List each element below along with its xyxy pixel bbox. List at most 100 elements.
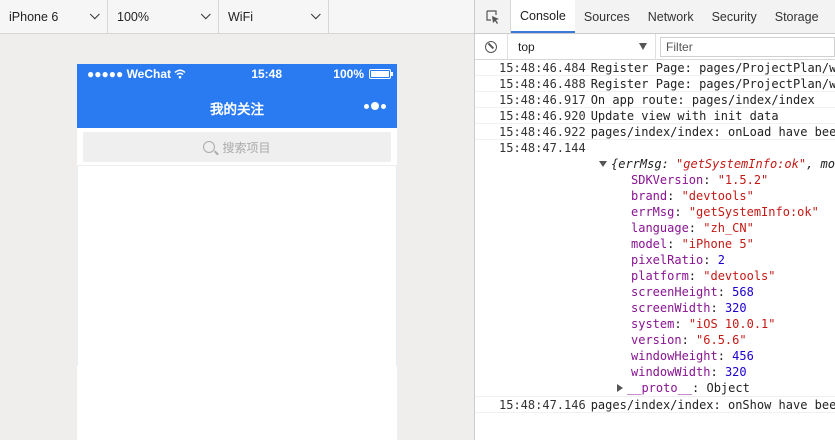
prop-key: system xyxy=(631,317,675,331)
prop-key: errMsg xyxy=(631,205,675,219)
console-log: 15:48:46.484 Register Page: pages/Project… xyxy=(475,60,835,413)
proto-value: Object xyxy=(706,381,750,395)
object-prop-row: windowHeight: 456 xyxy=(607,348,835,364)
prop-separator: : xyxy=(710,365,725,379)
search-input[interactable]: 搜索项目 xyxy=(83,132,391,162)
log-message: pages/index/index: onLoad have bee xyxy=(590,125,835,139)
chevron-down-icon xyxy=(310,9,321,20)
prop-separator: : xyxy=(703,173,718,187)
log-row: 15:48:46.488 Register Page: pages/Project… xyxy=(475,76,835,92)
tab-console[interactable]: Console xyxy=(511,0,575,33)
tab-storage[interactable]: Storage xyxy=(766,0,828,33)
prop-key: language xyxy=(631,221,689,235)
status-time: 15:48 xyxy=(251,67,283,81)
prop-key: screenHeight xyxy=(631,285,718,299)
prop-separator: : xyxy=(667,189,682,203)
object-tree: {errMsg: "getSystemInfo:ok", mod SDKVers… xyxy=(499,156,835,396)
prop-key: version xyxy=(631,333,682,347)
device-select[interactable]: iPhone 6 xyxy=(0,0,108,33)
prop-separator: : xyxy=(717,285,733,299)
prop-separator: : xyxy=(703,253,718,267)
log-timestamp: 15:48:46.484 xyxy=(499,61,586,75)
prop-value: 568 xyxy=(732,285,754,299)
log-timestamp: 15:48:47.144 xyxy=(499,141,586,155)
object-prop-row: windowWidth: 320 xyxy=(607,364,835,380)
object-summary[interactable]: {errMsg: "getSystemInfo:ok", mod xyxy=(599,156,835,172)
simulator-toolbar: iPhone 6 100% WiFi xyxy=(0,0,474,34)
caret-right-icon[interactable] xyxy=(617,384,623,392)
prop-key: pixelRatio xyxy=(631,253,704,267)
object-prop-row: system: "iOS 10.0.1" xyxy=(607,316,835,332)
page-title: 我的关注 xyxy=(210,102,264,117)
log-timestamp: 15:48:46.922 xyxy=(499,125,586,139)
status-bar: ●●●●● WeChat 15:48 100% xyxy=(77,64,397,84)
prop-value: 320 xyxy=(724,301,747,315)
simulator-area: ●●●●● WeChat 15:48 100% 我的关注 搜索项目 xyxy=(0,34,474,440)
log-message: Register Page: pages/ProjectPlan/w xyxy=(590,77,835,91)
prop-separator: : xyxy=(688,269,704,283)
log-row: 15:48:46.917 On app route: pages/index/in… xyxy=(475,92,835,108)
prop-value: "6.5.6" xyxy=(696,333,747,347)
object-prop-row: brand: "devtools" xyxy=(607,188,835,204)
prop-key: platform xyxy=(631,269,689,283)
prop-value: "1.5.2" xyxy=(717,173,769,187)
log-message: On app route: pages/index/index xyxy=(590,93,815,107)
battery-percent: 100% xyxy=(333,67,364,81)
prop-separator: : xyxy=(710,301,725,315)
object-prop-row: model: "iPhone 5" xyxy=(607,236,835,252)
proto-key: __proto__ xyxy=(627,381,693,395)
tab-security[interactable]: Security xyxy=(703,0,766,33)
dropdown-arrow-icon xyxy=(639,43,648,50)
object-summary-value: "getSystemInfo:ok" xyxy=(676,157,807,171)
network-select[interactable]: WiFi xyxy=(219,0,329,33)
zoom-select[interactable]: 100% xyxy=(108,0,219,33)
status-carrier-group: ●●●●● WeChat xyxy=(87,67,186,81)
prop-separator: : xyxy=(717,349,733,363)
log-row: 15:48:46.484 Register Page: pages/Project… xyxy=(475,60,835,76)
log-message: Register Page: pages/ProjectPlan/w xyxy=(590,61,835,75)
object-prop-row: screenHeight: 568 xyxy=(607,284,835,300)
devtools-panel: Console Sources Network Security Storage… xyxy=(474,0,835,440)
log-timestamp: 15:48:46.920 xyxy=(499,109,586,123)
filter-input[interactable] xyxy=(660,36,835,57)
prop-key: windowWidth xyxy=(631,365,711,379)
prop-value: "iPhone 5" xyxy=(681,237,754,251)
object-props: SDKVersion: "1.5.2" brand: "devtools" errM… xyxy=(607,172,835,380)
battery-icon xyxy=(369,69,393,79)
carrier-label: ●●●●● WeChat xyxy=(87,67,172,81)
object-summary-open: {errMsg: xyxy=(611,157,677,171)
log-row: 15:48:46.922 pages/index/index: onLoad ha… xyxy=(475,124,835,140)
log-message: pages/index/index: onShow have bee xyxy=(590,398,835,412)
caret-down-icon[interactable] xyxy=(599,161,607,167)
prop-value: "zh_CN" xyxy=(703,221,754,235)
proto-row[interactable]: __proto__: Object xyxy=(607,380,835,396)
prop-value: "getSystemInfo:ok" xyxy=(688,205,819,219)
object-prop-row: platform: "devtools" xyxy=(607,268,835,284)
prop-value: "iOS 10.0.1" xyxy=(688,317,776,331)
tab-network[interactable]: Network xyxy=(639,0,703,33)
inspect-element-icon[interactable] xyxy=(475,0,511,33)
prop-separator: : xyxy=(674,205,689,219)
chevron-down-icon xyxy=(89,9,100,20)
search-bar: 搜索项目 xyxy=(77,128,397,166)
console-toolbar: top xyxy=(475,33,835,60)
log-message: Update view with init data xyxy=(590,109,779,123)
devtools-tabbar: Console Sources Network Security Storage xyxy=(475,0,835,34)
prop-key: SDKVersion xyxy=(631,173,704,187)
wifi-icon xyxy=(174,69,186,79)
log-timestamp: 15:48:47.146 xyxy=(499,398,586,412)
chevron-down-icon xyxy=(200,9,211,20)
prop-value: 2 xyxy=(717,253,725,267)
prop-value: 456 xyxy=(732,349,754,363)
clear-console-button[interactable] xyxy=(475,33,509,60)
phone-screen: ●●●●● WeChat 15:48 100% 我的关注 搜索项目 xyxy=(77,64,397,440)
context-select[interactable]: top xyxy=(508,33,657,60)
tab-sources[interactable]: Sources xyxy=(575,0,639,33)
log-timestamp: 15:48:46.488 xyxy=(499,77,586,91)
more-menu-icon[interactable] xyxy=(363,99,387,113)
prop-separator: : xyxy=(667,237,682,251)
log-row-object: 15:48:47.144 {errMsg: "getSystemInfo:ok"… xyxy=(475,140,835,397)
search-icon xyxy=(203,141,216,153)
zoom-select-label: 100% xyxy=(117,9,149,24)
prop-value: 320 xyxy=(724,365,747,379)
